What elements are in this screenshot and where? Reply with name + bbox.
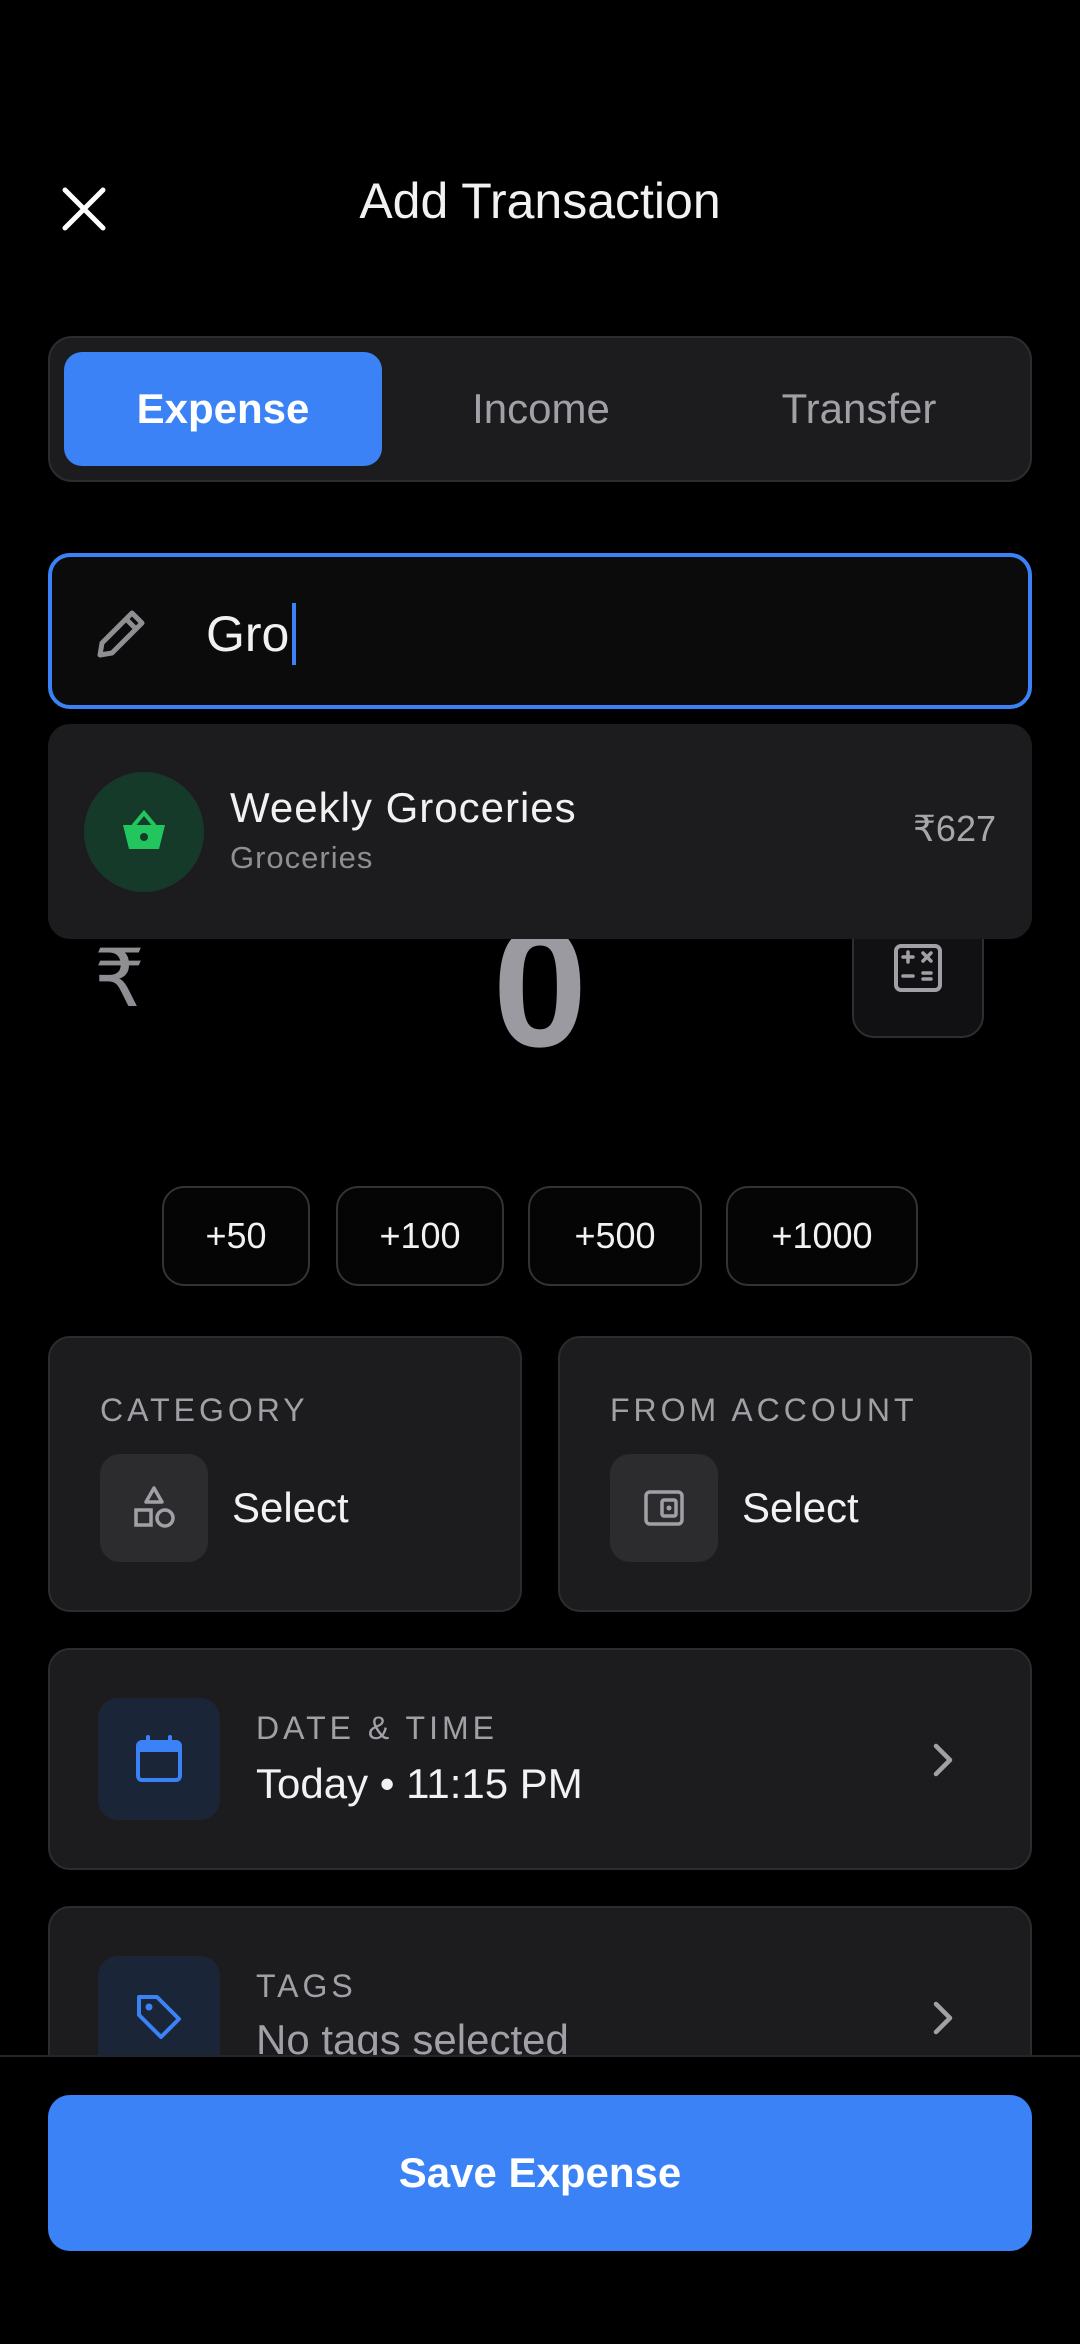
tag-icon (137, 1995, 181, 2039)
quick-add-100[interactable]: +100 (336, 1186, 504, 1286)
suggestion-name: Weekly Groceries (230, 784, 577, 831)
header: Add Transaction (0, 150, 1080, 260)
from-account-value: Select (742, 1484, 859, 1531)
quick-add-50[interactable]: +50 (162, 1186, 310, 1286)
shapes-icon (134, 1486, 175, 1528)
calendar-icon (136, 1735, 182, 1782)
text-caret (292, 603, 297, 665)
tab-expense[interactable]: Expense (64, 352, 382, 466)
calculator-icon (894, 944, 942, 992)
date-time-value: Today • 11:15 PM (256, 1760, 583, 1807)
wallet-icon (644, 1490, 684, 1526)
description-input[interactable]: Gro (48, 553, 1032, 709)
quick-add-row: +50 +100 +500 +1000 (0, 1186, 1080, 1286)
pencil-icon (97, 610, 145, 658)
category-label: CATEGORY (100, 1392, 309, 1428)
bottom-action-bar: Save Expense (0, 2055, 1080, 2344)
tab-income[interactable]: Income (382, 352, 700, 466)
tab-transfer[interactable]: Transfer (700, 352, 1018, 466)
chevron-right-icon (933, 1743, 953, 1777)
quick-add-1000[interactable]: +1000 (726, 1186, 918, 1286)
from-account-label: FROM ACCOUNT (610, 1392, 918, 1428)
suggestion-category: Groceries (230, 840, 374, 875)
category-value: Select (232, 1484, 349, 1531)
category-selector[interactable]: CATEGORY Select (48, 1336, 522, 1612)
page-title: Add Transaction (359, 173, 721, 229)
transaction-type-tabs: Expense Income Transfer (48, 336, 1032, 482)
suggestion-item[interactable]: Weekly Groceries Groceries ₹627 (48, 724, 1032, 939)
suggestion-amount: ₹627 (913, 808, 996, 849)
save-expense-button[interactable]: Save Expense (48, 2095, 1032, 2251)
basket-icon (123, 809, 165, 849)
tags-label: TAGS (256, 1968, 357, 2004)
date-time-label: DATE & TIME (256, 1710, 498, 1746)
description-input-value: Gro (206, 606, 290, 662)
chevron-right-icon (933, 2001, 953, 2035)
category-icon-box (100, 1454, 208, 1562)
suggestion-icon-badge (84, 772, 204, 892)
quick-add-500[interactable]: +500 (528, 1186, 702, 1286)
date-time-selector[interactable]: DATE & TIME Today • 11:15 PM (48, 1648, 1032, 1870)
date-icon-box (98, 1698, 220, 1820)
account-icon-box (610, 1454, 718, 1562)
account-selector[interactable]: FROM ACCOUNT Select (558, 1336, 1032, 1612)
